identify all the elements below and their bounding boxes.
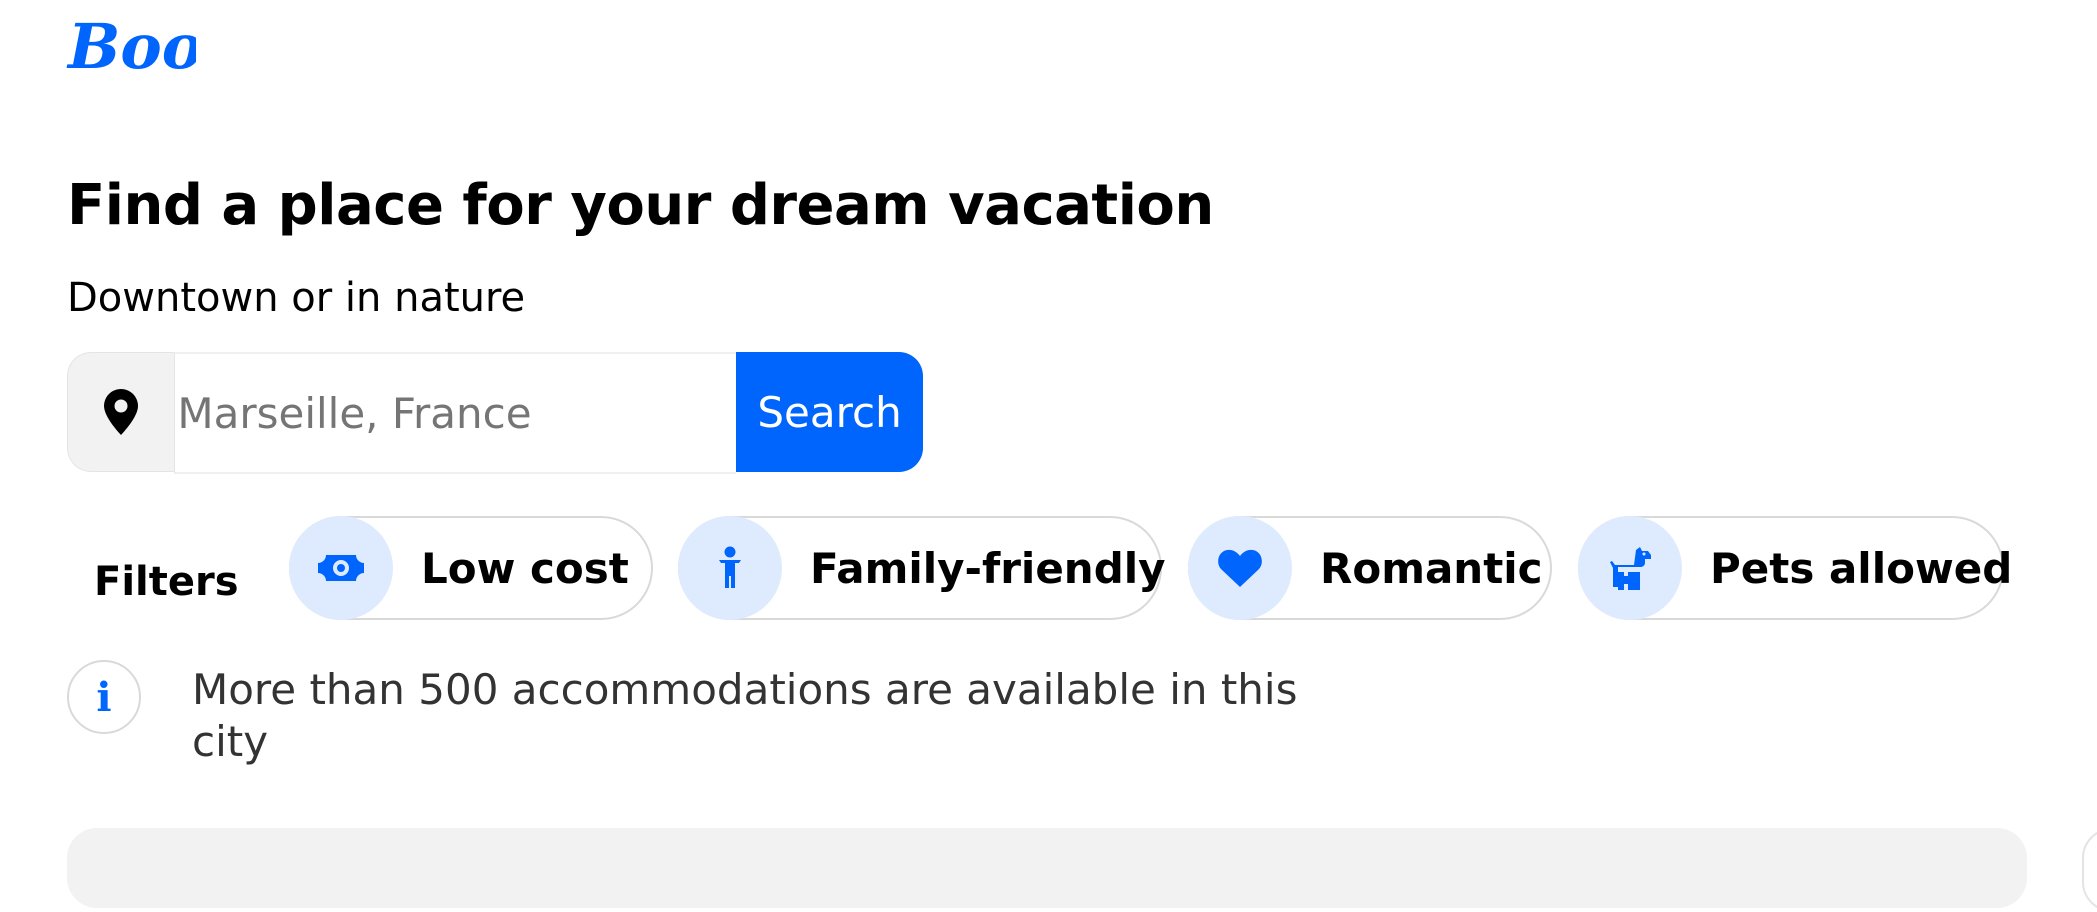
search-bar: Search — [67, 352, 923, 474]
info-icon: i — [67, 660, 141, 734]
page-subtitle: Downtown or in nature — [67, 275, 526, 321]
filter-label: Low cost — [421, 543, 629, 593]
filter-pets-allowed[interactable]: Pets allowed — [1578, 516, 2012, 620]
search-button[interactable]: Search — [736, 352, 923, 472]
side-panel — [2082, 828, 2097, 912]
child-icon — [678, 516, 782, 620]
booki-logo[interactable]: Booki — [66, 6, 196, 82]
accommodations-panel — [67, 828, 2027, 908]
location-pin-icon — [104, 389, 139, 435]
info-message: More than 500 accommodations are availab… — [192, 665, 1298, 766]
filters-label: Filters — [94, 559, 239, 605]
location-pin-box — [67, 352, 175, 472]
filter-low-cost[interactable]: Low cost — [289, 516, 653, 620]
dog-icon — [1578, 516, 1682, 620]
svg-text:Booki: Booki — [66, 10, 196, 82]
filter-label: Romantic — [1320, 543, 1543, 593]
page-title: Find a place for your dream vacation — [67, 173, 1214, 238]
filter-label: Family-friendly — [810, 543, 1166, 593]
money-bill-icon — [289, 516, 393, 620]
heart-icon — [1188, 516, 1292, 620]
filter-label: Pets allowed — [1710, 543, 2013, 593]
filter-family-friendly[interactable]: Family-friendly — [678, 516, 1166, 620]
search-input[interactable] — [174, 352, 737, 474]
filter-romantic[interactable]: Romantic — [1188, 516, 1552, 620]
